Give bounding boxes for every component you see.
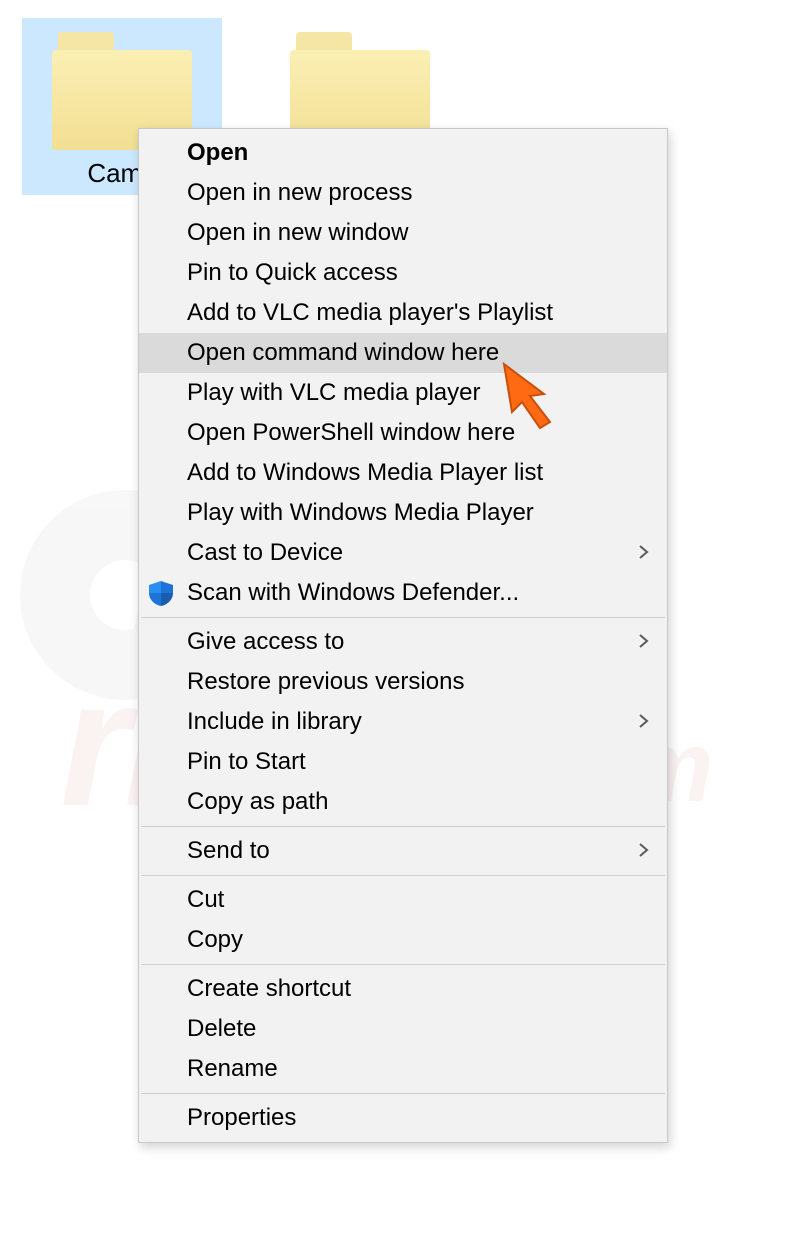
menu-item-open-new-process[interactable]: Open in new process <box>139 173 667 213</box>
menu-item-label: Play with VLC media player <box>187 379 629 407</box>
menu-separator <box>141 617 665 618</box>
menu-separator <box>141 964 665 965</box>
menu-item-label: Cut <box>187 886 629 914</box>
menu-item-label: Delete <box>187 1015 629 1043</box>
menu-item-label: Copy as path <box>187 788 629 816</box>
menu-item-label: Open in new window <box>187 219 629 247</box>
menu-item-label: Add to Windows Media Player list <box>187 459 629 487</box>
menu-item-scan-defender[interactable]: Scan with Windows Defender... <box>139 573 667 613</box>
menu-item-pin-start[interactable]: Pin to Start <box>139 742 667 782</box>
menu-separator <box>141 826 665 827</box>
menu-item-label: Cast to Device <box>187 539 629 567</box>
menu-item-label: Open <box>187 139 629 167</box>
menu-item-label: Give access to <box>187 628 629 656</box>
menu-item-copy[interactable]: Copy <box>139 920 667 960</box>
menu-item-open[interactable]: Open <box>139 133 667 173</box>
menu-item-label: Restore previous versions <box>187 668 629 696</box>
context-menu: Open Open in new process Open in new windo… <box>138 128 668 1143</box>
chevron-right-icon <box>635 841 653 859</box>
menu-separator <box>141 875 665 876</box>
menu-item-label: Open command window here <box>187 339 629 367</box>
chevron-right-icon <box>635 543 653 561</box>
menu-item-open-cmd-here[interactable]: Open command window here <box>139 333 667 373</box>
menu-item-copy-path[interactable]: Copy as path <box>139 782 667 822</box>
menu-item-pin-quick-access[interactable]: Pin to Quick access <box>139 253 667 293</box>
menu-item-cast-device[interactable]: Cast to Device <box>139 533 667 573</box>
menu-item-delete[interactable]: Delete <box>139 1009 667 1049</box>
menu-item-open-powershell-here[interactable]: Open PowerShell window here <box>139 413 667 453</box>
menu-item-label: Properties <box>187 1104 629 1132</box>
menu-item-label: Rename <box>187 1055 629 1083</box>
menu-item-label: Scan with Windows Defender... <box>187 579 629 607</box>
menu-item-include-library[interactable]: Include in library <box>139 702 667 742</box>
menu-item-label: Create shortcut <box>187 975 629 1003</box>
chevron-right-icon <box>635 712 653 730</box>
menu-item-restore-versions[interactable]: Restore previous versions <box>139 662 667 702</box>
menu-item-label: Send to <box>187 837 629 865</box>
menu-item-label: Play with Windows Media Player <box>187 499 629 527</box>
menu-item-label: Copy <box>187 926 629 954</box>
menu-item-label: Open in new process <box>187 179 629 207</box>
defender-shield-icon <box>147 579 175 607</box>
menu-item-play-wmp[interactable]: Play with Windows Media Player <box>139 493 667 533</box>
menu-item-label: Add to VLC media player's Playlist <box>187 299 629 327</box>
menu-item-add-vlc-playlist[interactable]: Add to VLC media player's Playlist <box>139 293 667 333</box>
menu-item-create-shortcut[interactable]: Create shortcut <box>139 969 667 1009</box>
menu-item-label: Pin to Start <box>187 748 629 776</box>
menu-item-properties[interactable]: Properties <box>139 1098 667 1138</box>
menu-item-play-vlc[interactable]: Play with VLC media player <box>139 373 667 413</box>
menu-item-label: Open PowerShell window here <box>187 419 629 447</box>
menu-separator <box>141 1093 665 1094</box>
menu-item-open-new-window[interactable]: Open in new window <box>139 213 667 253</box>
menu-item-give-access[interactable]: Give access to <box>139 622 667 662</box>
menu-item-cut[interactable]: Cut <box>139 880 667 920</box>
menu-item-rename[interactable]: Rename <box>139 1049 667 1089</box>
menu-item-label: Pin to Quick access <box>187 259 629 287</box>
menu-item-send-to[interactable]: Send to <box>139 831 667 871</box>
menu-item-add-wmp-list[interactable]: Add to Windows Media Player list <box>139 453 667 493</box>
chevron-right-icon <box>635 632 653 650</box>
menu-item-label: Include in library <box>187 708 629 736</box>
